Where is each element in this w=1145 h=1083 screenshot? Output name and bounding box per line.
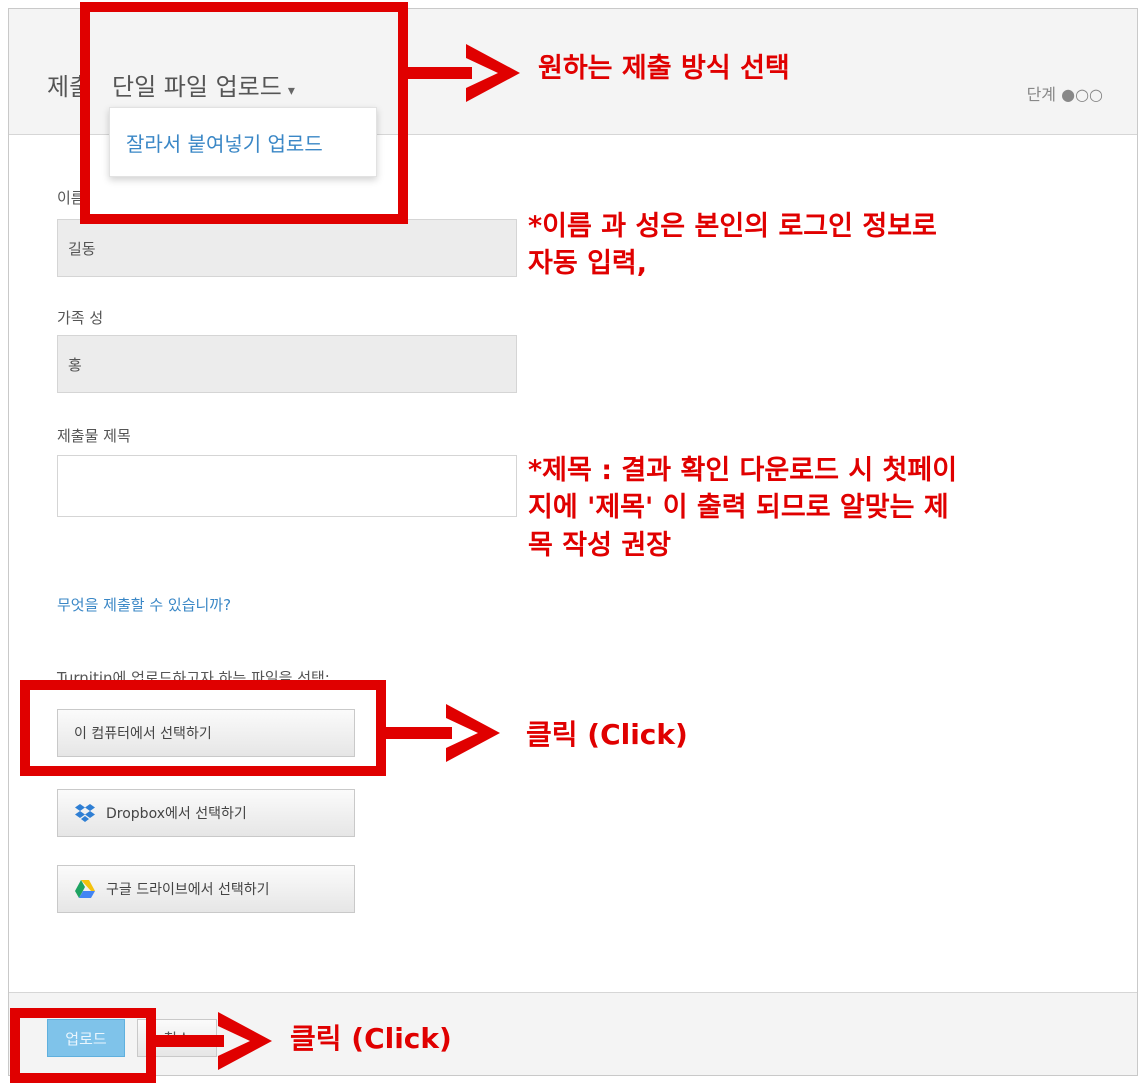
arrow-right-icon xyxy=(404,44,520,102)
google-drive-icon xyxy=(75,880,95,898)
annotation-name-note: *이름 과 성은 본인의 로그인 정보로 자동 입력, xyxy=(528,208,937,283)
annotation-title-line2: 지에 '제목' 이 출력 되므로 알맞는 제 xyxy=(528,492,949,524)
last-name-value: 홍 xyxy=(68,355,82,374)
upload-from-dropbox-label: Dropbox에서 선택하기 xyxy=(106,806,247,822)
annotation-name-line2: 자동 입력, xyxy=(528,248,648,280)
dropbox-icon xyxy=(75,804,95,822)
annotation-box-upload xyxy=(20,680,386,776)
first-name-field[interactable]: 길동 xyxy=(57,219,517,277)
annotation-name-line1: *이름 과 성은 본인의 로그인 정보로 xyxy=(528,211,937,242)
annotation-box-mode xyxy=(80,2,408,224)
upload-from-dropbox-button[interactable]: Dropbox에서 선택하기 xyxy=(57,789,355,837)
annotation-click-submit: 클릭 (Click) xyxy=(290,1022,452,1055)
title-label: 제출물 제목 xyxy=(57,427,131,445)
step-indicator: 단계 ●○○ xyxy=(1026,85,1103,104)
annotation-title-line1: *제목 : 결과 확인 다운로드 시 첫페이 xyxy=(528,455,958,486)
last-name-label: 가족 성 xyxy=(57,309,104,327)
first-name-value: 길동 xyxy=(68,239,96,258)
last-name-field[interactable]: 홍 xyxy=(57,335,517,393)
arrow-right-icon xyxy=(384,704,500,762)
annotation-title-note: *제목 : 결과 확인 다운로드 시 첫페이 지에 '제목' 이 출력 되므로 … xyxy=(528,452,957,564)
arrow-right-icon xyxy=(152,1012,272,1070)
annotation-title-line3: 목 작성 권장 xyxy=(528,529,671,561)
annotation-choose-method: 원하는 제출 방식 선택 xyxy=(538,53,790,84)
help-link[interactable]: 무엇을 제출할 수 있습니까? xyxy=(57,594,231,615)
annotation-box-submit xyxy=(10,1008,156,1083)
upload-from-gdrive-label: 구글 드라이브에서 선택하기 xyxy=(106,882,270,898)
upload-from-gdrive-button[interactable]: 구글 드라이브에서 선택하기 xyxy=(57,865,355,913)
annotation-click-upload: 클릭 (Click) xyxy=(526,718,688,751)
title-input[interactable] xyxy=(57,455,517,517)
